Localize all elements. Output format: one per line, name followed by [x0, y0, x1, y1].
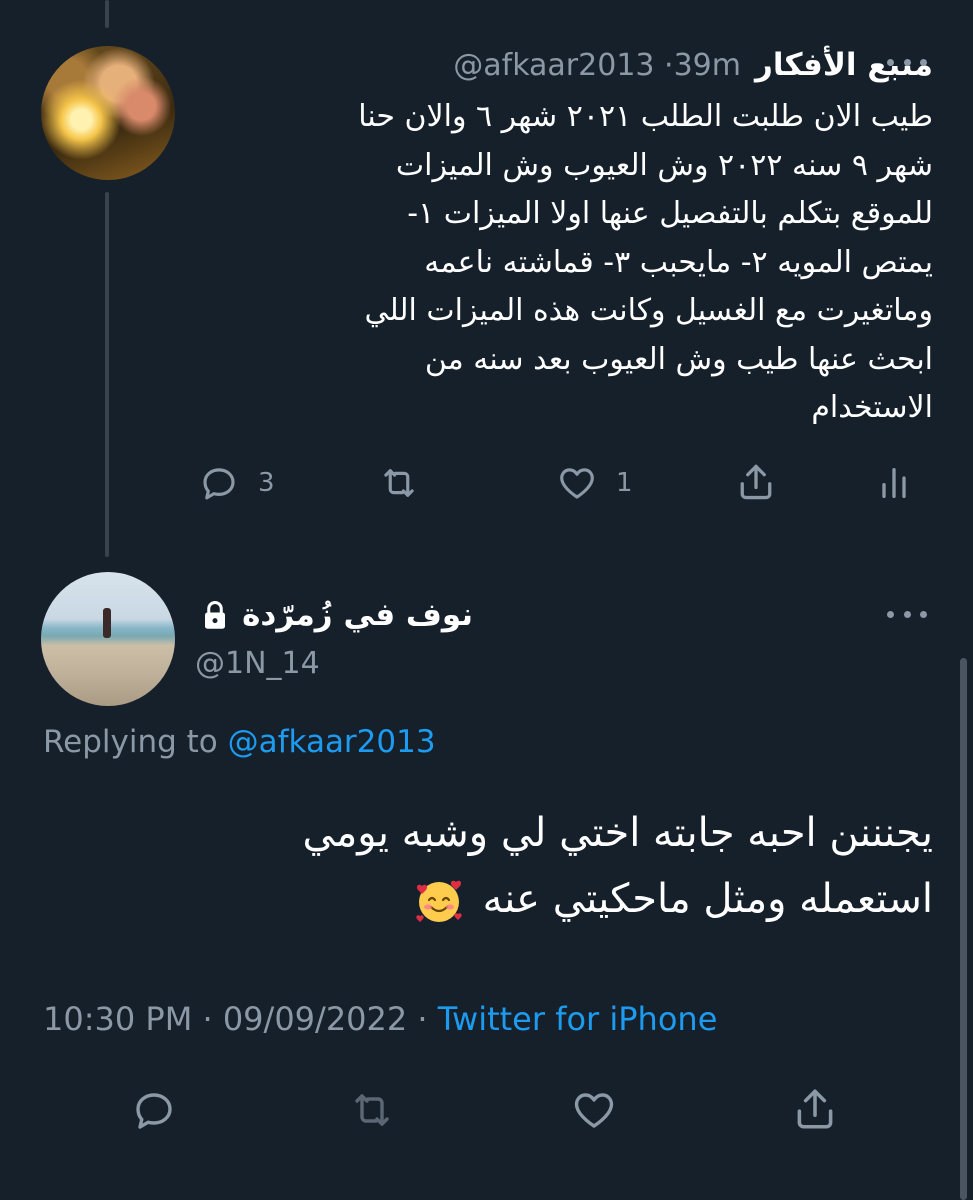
tweet-time: 10:30 PM [43, 1000, 193, 1038]
like-button[interactable]: 1 [556, 462, 633, 504]
tweet-time-ago: 39m [673, 47, 741, 83]
tweet-text-line: وماتغيرت مع الغسيل وكانت هذه الميزات الل… [364, 293, 933, 328]
tweet-text-line: للموقع بتكلم بالتفصيل عنها اولا الميزات … [407, 196, 933, 231]
share-icon [797, 1089, 833, 1129]
more-icon[interactable] [887, 52, 927, 72]
tweet-text-line: الاستخدام [811, 390, 933, 425]
tweet-text-line: طيب الان طلبت الطلب ٢٠٢١ شهر ٦ والان حنا [358, 99, 933, 134]
scrollbar[interactable] [960, 658, 967, 1200]
thread-connector-line [105, 192, 109, 557]
lock-icon [205, 601, 226, 629]
parent-tweet-meta: @afkaar2013 ·39m [453, 48, 741, 83]
share-button[interactable] [790, 1084, 840, 1134]
replying-to-label: Replying to [43, 724, 228, 760]
analytics-button[interactable] [874, 462, 914, 504]
thread-connector-line-top [105, 0, 109, 28]
avatar[interactable] [41, 46, 175, 180]
parent-tweet-text: طيب الان طلبت الطلب ٢٠٢١ شهر ٦ والان حنا… [233, 93, 933, 433]
retweet-icon [384, 469, 414, 497]
heart-icon [560, 468, 594, 499]
handle[interactable]: @1N_14 [195, 646, 320, 681]
retweet-button[interactable] [376, 462, 422, 504]
main-tweet-header: نوف في زُمرّدة [202, 593, 473, 637]
more-icon[interactable] [887, 604, 927, 624]
avatar[interactable] [41, 572, 175, 706]
analytics-icon [882, 468, 906, 498]
tweet-text-line: يجنننن احبه جابته اختي لي وشبه يومي [302, 810, 933, 856]
share-icon [740, 464, 772, 500]
separator: · [202, 1000, 213, 1038]
tweet-source-link[interactable]: Twitter for iPhone [438, 1000, 718, 1038]
tweet-text-line: استعمله ومثل ماحكيتي عنه [482, 876, 933, 922]
reply-icon [203, 468, 235, 500]
tweet-thread-screen: @afkaar2013 ·39m منبع الأفكار طيب الان ط… [0, 0, 973, 1200]
retweet-icon [355, 1094, 389, 1126]
tweet-date: 09/09/2022 [222, 1000, 408, 1038]
avatar-figure [103, 608, 111, 638]
retweet-button[interactable] [346, 1086, 398, 1134]
parent-tweet-header: @afkaar2013 ·39m منبع الأفكار [453, 43, 933, 87]
tweet-metadata: 10:30 PM · 09/09/2022 · Twitter for iPho… [43, 1000, 717, 1038]
tweet-text-line: شهر ٩ سنه ٢٠٢٢ وش العيوب وش الميزات [395, 147, 933, 183]
display-name[interactable]: نوف في زُمرّدة [242, 597, 473, 633]
reply-count: 3 [258, 468, 275, 498]
reply-icon [136, 1093, 172, 1129]
tweet-text-line: ابحث عنها طيب وش العيوب بعد سنه من [424, 341, 933, 377]
tweet-text-line: يمتص المويه ٢- مايحبب ٣- قماشته ناعمه [424, 244, 933, 280]
reply-button[interactable]: 3 [198, 462, 275, 504]
smiling-face-with-hearts-icon [416, 880, 462, 922]
heart-icon [574, 1093, 614, 1128]
replying-to-line: Replying to @afkaar2013 [43, 724, 436, 760]
replying-to-mention[interactable]: @afkaar2013 [228, 724, 436, 760]
handle[interactable]: @afkaar2013 [453, 48, 654, 83]
like-count: 1 [616, 468, 633, 498]
separator: · [417, 1000, 428, 1038]
separator: · [664, 47, 674, 83]
tweet-text-line-with-emoji: استعمله ومثل ماحكيتي عنه [43, 866, 933, 932]
like-button[interactable] [570, 1086, 618, 1134]
reply-button[interactable] [130, 1086, 178, 1134]
share-button[interactable] [734, 460, 778, 504]
main-tweet-text: يجنننن احبه جابته اختي لي وشبه يومي استع… [43, 800, 933, 932]
